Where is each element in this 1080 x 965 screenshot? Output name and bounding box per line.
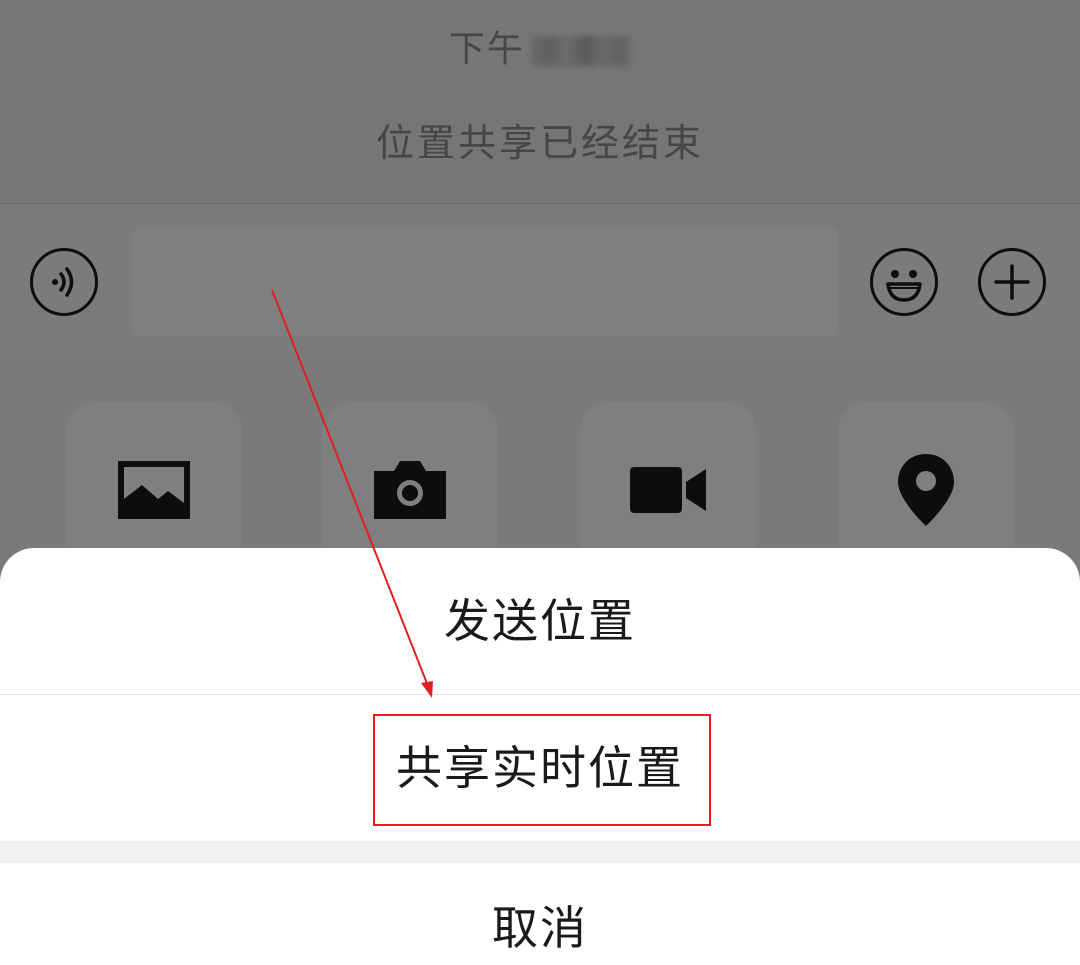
annotation-highlight-box	[373, 714, 711, 826]
send-location-option[interactable]: 发送位置	[0, 548, 1080, 695]
cancel-button[interactable]: 取消	[0, 863, 1080, 965]
sheet-divider	[0, 841, 1080, 863]
